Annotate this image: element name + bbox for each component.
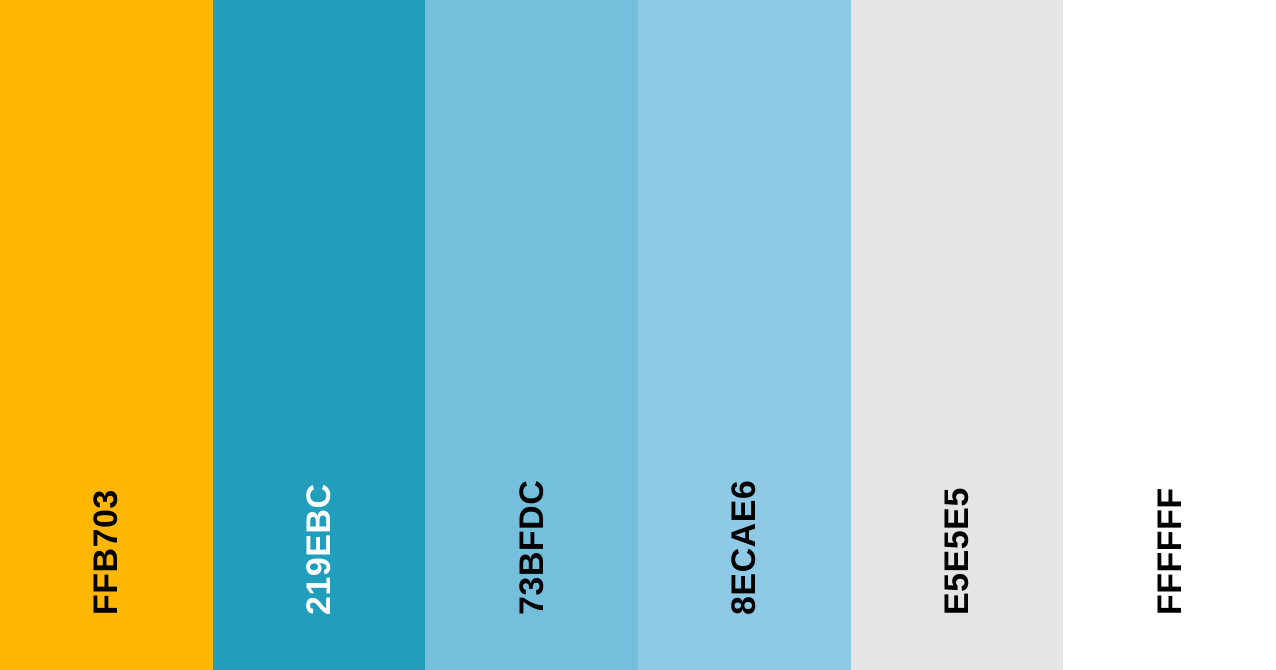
color-palette: FFB703 219EBC 73BFDC 8ECAE6 E5E5E5 FFFFF…: [0, 0, 1276, 670]
swatch-8ecae6: 8ECAE6: [638, 0, 851, 670]
swatch-hex-label: FFFFFF: [1150, 487, 1189, 615]
swatch-ffffff: FFFFFF: [1063, 0, 1276, 670]
swatch-e5e5e5: E5E5E5: [850, 0, 1064, 670]
swatch-hex-label: 8ECAE6: [725, 479, 764, 615]
swatch-ffb703: FFB703: [0, 0, 213, 670]
swatch-hex-label: 73BFDC: [512, 479, 551, 615]
swatch-hex-label: E5E5E5: [938, 487, 977, 615]
swatch-hex-label: 219EBC: [300, 483, 338, 615]
swatch-hex-label: FFB703: [87, 489, 126, 615]
swatch-73bfdc: 73BFDC: [425, 0, 639, 670]
swatch-219ebc: 219EBC: [212, 0, 426, 670]
